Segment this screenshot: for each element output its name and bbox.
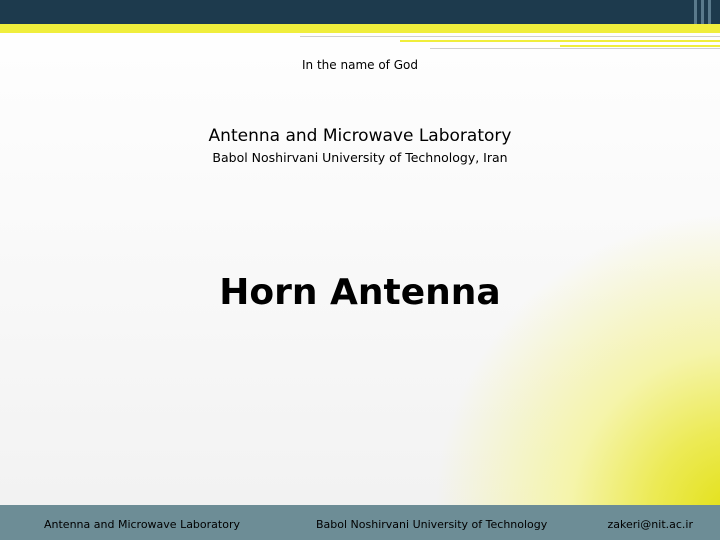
top-bar-stripe xyxy=(708,0,711,24)
footer-bar: Antenna and Microwave Laboratory Babol N… xyxy=(0,505,720,540)
decorative-line xyxy=(300,36,720,37)
slide-title: Horn Antenna xyxy=(219,272,501,313)
top-bar xyxy=(0,0,720,24)
university-name: Babol Noshirvani University of Technolog… xyxy=(212,150,508,165)
decorative-line xyxy=(430,48,720,49)
top-bar-stripe xyxy=(701,0,704,24)
header-text: In the name of God xyxy=(302,58,418,72)
footer-email: zakeri@nit.ac.ir xyxy=(607,518,693,531)
top-bar-stripe xyxy=(694,0,697,24)
accent-line xyxy=(560,45,720,47)
accent-band xyxy=(0,24,720,33)
footer-university: Babol Noshirvani University of Technolog… xyxy=(316,518,548,531)
slide: In the name of God Antenna and Microwave… xyxy=(0,0,720,540)
lab-name: Antenna and Microwave Laboratory xyxy=(208,126,512,146)
accent-line xyxy=(400,40,720,42)
footer-lab-name: Antenna and Microwave Laboratory xyxy=(44,518,240,531)
